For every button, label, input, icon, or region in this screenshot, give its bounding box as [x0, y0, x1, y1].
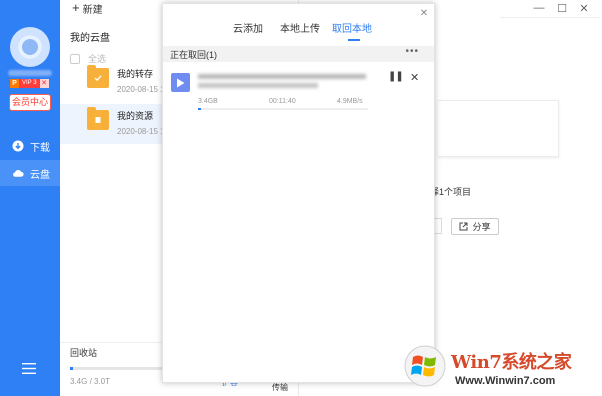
vip-level-badge: VIP 3: [20, 79, 39, 88]
left-sidebar: P VIP 3 ✕ 会员中心 下载 云盘: [0, 0, 60, 396]
task-size: 3.4GB: [198, 98, 218, 105]
new-button[interactable]: + 新建: [67, 0, 108, 16]
tab-bar: 云添加 本地上传 取回本地: [163, 20, 434, 44]
transfer-dialog: ✕ 云添加 本地上传 取回本地 正在取回(1) ••• ❚❚ ✕ 3.4GB 0…: [162, 3, 435, 383]
avatar[interactable]: [10, 27, 50, 67]
plus-icon: +: [72, 0, 80, 15]
share-label: 分享: [472, 222, 491, 232]
preview-box: [438, 100, 559, 157]
tab-retrieve-local[interactable]: 取回本地: [332, 20, 372, 35]
file-name: 我的转存: [117, 69, 154, 79]
active-tab-indicator: [348, 39, 360, 41]
tab-local-upload[interactable]: 本地上传: [280, 20, 320, 35]
vip-extra-badge: ✕: [39, 79, 49, 88]
share-icon: [459, 222, 468, 231]
panel-title: 我的云盘: [70, 33, 110, 44]
folder-icon: [87, 65, 109, 88]
task-time-left: 00:11:40: [269, 98, 296, 105]
hamburger-menu-icon[interactable]: [22, 363, 36, 374]
maximize-icon[interactable]: ☐: [555, 2, 569, 15]
watermark: Win7系统之家 Www.Winwin7.com: [403, 344, 598, 392]
more-icon[interactable]: •••: [405, 46, 419, 57]
sidebar-item-label: 云盘: [30, 169, 50, 181]
cloud-icon: [12, 167, 24, 179]
new-button-label: 新建: [82, 4, 103, 16]
vip-badges: P VIP 3 ✕: [10, 79, 49, 88]
cancel-icon[interactable]: ✕: [410, 71, 419, 84]
sidebar-item-label: 下载: [30, 142, 50, 154]
transfer-label[interactable]: 传输: [272, 382, 288, 393]
file-row[interactable]: 我的转存 2020-08-15 1: [60, 62, 165, 102]
watermark-url: Www.Winwin7.com: [455, 375, 556, 387]
section-header: 正在取回(1) •••: [163, 46, 434, 62]
tab-cloud-add[interactable]: 云添加: [233, 20, 263, 35]
divider: [500, 17, 600, 18]
member-center-button[interactable]: 会员中心: [9, 94, 51, 111]
windows-logo-icon: [404, 345, 446, 387]
sidebar-item-cloud[interactable]: 云盘: [0, 160, 60, 186]
watermark-title: Win7系统之家: [451, 352, 572, 373]
storage-fill: [70, 367, 73, 370]
username-blurred: [8, 70, 52, 76]
folder-icon: [87, 107, 109, 130]
storage-text: 3.4G / 3.0T: [70, 377, 111, 386]
task-progress-fill: [198, 108, 202, 110]
task-filename-blurred: [198, 73, 373, 91]
recycle-bin[interactable]: 回收站: [70, 346, 97, 359]
share-button[interactable]: 分享: [451, 218, 499, 235]
section-title: 正在取回(1): [170, 50, 217, 60]
file-date: 2020-08-15 1: [117, 127, 165, 136]
pause-icon[interactable]: ❚❚: [388, 71, 404, 82]
file-name: 我的资源: [117, 111, 154, 121]
file-row[interactable]: 我的资源 2020-08-15 1: [60, 104, 165, 144]
download-icon: [12, 140, 24, 152]
video-file-icon: [171, 73, 190, 92]
task-progress-bar: [198, 108, 368, 110]
minimize-icon[interactable]: —: [532, 2, 546, 14]
task-speed: 4.9MB/s: [337, 98, 363, 105]
close-icon[interactable]: ✕: [577, 2, 591, 15]
vip-p-badge: P: [10, 79, 19, 88]
divider: [60, 342, 164, 343]
close-icon[interactable]: ✕: [419, 9, 429, 19]
file-date: 2020-08-15 1: [117, 85, 165, 94]
sidebar-item-download[interactable]: 下载: [0, 133, 60, 159]
